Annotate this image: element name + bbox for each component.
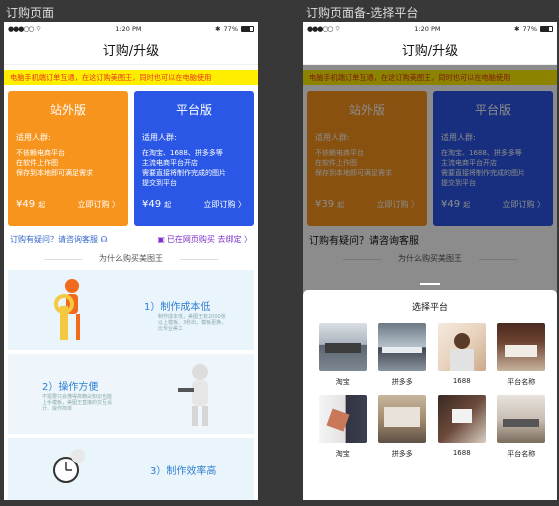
plan-card-offsite[interactable]: 站外版 适用人群: 不依赖电商平台 在软件上作图 保存到本地即可满足需求 ¥49 起… bbox=[8, 91, 128, 226]
platform-photo bbox=[497, 323, 546, 371]
platform-option[interactable]: 平台名称 bbox=[492, 323, 552, 387]
battery-percent: 77% bbox=[223, 24, 238, 33]
wifi-icon: ⌔ bbox=[334, 25, 341, 33]
feature-desc: 不需要只会懂得高精尖知识也能上手模板，美图王直接的交互设计、操作简单 bbox=[42, 394, 113, 412]
feature-desc: 制作成本低，美图王有2000张以上模板、3秒出，模板更换，比专业美工 bbox=[158, 314, 227, 332]
headset-icon: ☊ bbox=[100, 234, 108, 244]
platform-photo bbox=[437, 323, 486, 371]
platform-label: 平台名称 bbox=[507, 378, 536, 386]
bluetooth-icon: ✱ bbox=[215, 24, 221, 33]
buy-now-button[interactable]: 立即订购 〉 bbox=[203, 199, 246, 210]
platform-sheet: 选择平台 淘宝 拼多多 1688 平台名称 淘宝 拼多多 1688 平台名称 bbox=[303, 283, 557, 500]
right-caption: 订购页面备-选择平台 bbox=[306, 6, 419, 20]
signal-icon: ●●●○○ bbox=[8, 24, 35, 33]
why-title: 为什么购买美图王 bbox=[4, 252, 258, 266]
sheet-title: 选择平台 bbox=[411, 303, 448, 313]
chat-icon: ▣ bbox=[157, 234, 165, 244]
platform-label: 淘宝 bbox=[335, 450, 350, 458]
plan-price: ¥49 起 bbox=[142, 199, 172, 210]
sheet-handle[interactable] bbox=[420, 283, 440, 285]
buy-now-button[interactable]: 立即订购 〉 bbox=[77, 199, 120, 210]
battery-icon bbox=[540, 25, 553, 32]
board: 订购页面 订购页面备-选择平台 ●●●○○ ⌔ 1:20 PM ✱ 77% 订购/升… bbox=[0, 0, 559, 506]
platform-label: 淘宝 bbox=[335, 378, 350, 386]
key-figure-icon bbox=[54, 279, 80, 340]
platform-option[interactable]: 拼多多 bbox=[373, 395, 433, 459]
plan-title: 站外版 bbox=[49, 103, 86, 117]
platform-option[interactable]: 拼多多 bbox=[373, 323, 433, 387]
platform-option[interactable]: 淘宝 bbox=[313, 395, 373, 459]
bind-purchase-link[interactable]: ▣ 已在网页购买 去绑定 〉 bbox=[157, 234, 252, 245]
plan-description: 不依赖电商平台 在软件上作图 保存到本地即可满足需求 bbox=[16, 149, 93, 177]
feature-easy: 2）操作方便 不需要只会懂得高精尖知识也能上手模板，美图王直接的交互设计、操作简… bbox=[8, 354, 254, 434]
platform-photo bbox=[378, 323, 427, 371]
plan-description: 在淘宝、1688、拼多多等 主流电商平台开店 需要直接将制作完成的图片 提交到平台 bbox=[142, 149, 226, 187]
status-time: 1:20 PM bbox=[414, 24, 441, 33]
plan-price: ¥49 起 bbox=[16, 199, 46, 210]
platform-photo bbox=[318, 323, 367, 371]
platform-option[interactable]: 1688 bbox=[432, 395, 492, 459]
notice-banner: 电脑手机端订单互通，在这订购美图王，同时也可以在电脑使用 bbox=[4, 70, 258, 85]
plan-audience-label: 适用人群: bbox=[142, 133, 177, 142]
battery-percent: 77% bbox=[522, 24, 537, 33]
platform-photo bbox=[497, 395, 546, 443]
worker-figure-icon bbox=[178, 364, 208, 426]
plan-card-platform[interactable]: 平台版 适用人群: 在淘宝、1688、拼多多等 主流电商平台开店 需要直接将制作完成… bbox=[134, 91, 254, 226]
platform-option[interactable]: 平台名称 bbox=[492, 395, 552, 459]
platform-label: 1688 bbox=[452, 377, 471, 385]
contact-service-link[interactable]: 订购有疑问？请咨询客服 ☊ bbox=[10, 234, 108, 245]
platform-label: 1688 bbox=[452, 449, 471, 457]
feature-title: 2）操作方便 bbox=[42, 382, 99, 393]
platform-label: 平台名称 bbox=[507, 450, 536, 458]
feature-title: 3）制作效率高 bbox=[150, 466, 217, 477]
help-row: 订购有疑问？请咨询客服 ☊ ▣ 已在网页购买 去绑定 〉 bbox=[4, 226, 258, 252]
platform-photo bbox=[437, 395, 486, 443]
platform-photo bbox=[378, 395, 427, 443]
platform-photo bbox=[318, 395, 367, 443]
page-title: 订购/升级 bbox=[303, 35, 557, 65]
platform-label: 拼多多 bbox=[391, 378, 413, 386]
platform-option[interactable]: 淘宝 bbox=[313, 323, 373, 387]
status-bar: ●●●○○ ⌔ 1:20 PM ✱ 77% bbox=[303, 22, 557, 35]
plan-cards: 站外版 适用人群: 不依赖电商平台 在软件上作图 保存到本地即可满足需求 ¥49 起… bbox=[4, 85, 258, 226]
platform-option[interactable]: 1688 bbox=[432, 323, 492, 387]
feature-efficient: 3）制作效率高 bbox=[8, 438, 254, 500]
feature-title: 1）制作成本低 bbox=[144, 302, 211, 313]
page-title: 订购/升级 bbox=[4, 35, 258, 65]
feature-low-cost: 1）制作成本低 制作成本低，美图王有2000张以上模板、3秒出，模板更换，比专业… bbox=[8, 270, 254, 350]
phone-order-page: ●●●○○ ⌔ 1:20 PM ✱ 77% 订购/升级 电脑手机端订单互通，在这订购… bbox=[4, 22, 258, 500]
status-time: 1:20 PM bbox=[115, 24, 142, 33]
wifi-icon: ⌔ bbox=[35, 25, 42, 33]
phone-select-platform: ●●●○○ ⌔ 1:20 PM ✱ 77% 订购/升级 电脑手机端订单互通，在这订购… bbox=[303, 22, 557, 500]
plan-title: 平台版 bbox=[175, 103, 212, 117]
battery-icon bbox=[241, 25, 254, 32]
signal-icon: ●●●○○ bbox=[307, 24, 334, 33]
bluetooth-icon: ✱ bbox=[514, 24, 520, 33]
status-bar: ●●●○○ ⌔ 1:20 PM ✱ 77% bbox=[4, 22, 258, 35]
platform-label: 拼多多 bbox=[391, 450, 413, 458]
left-caption: 订购页面 bbox=[6, 6, 55, 20]
clock-figure-icon bbox=[53, 449, 85, 483]
plan-audience-label: 适用人群: bbox=[16, 133, 51, 142]
platform-grid: 淘宝 拼多多 1688 平台名称 淘宝 拼多多 1688 平台名称 bbox=[303, 313, 557, 459]
